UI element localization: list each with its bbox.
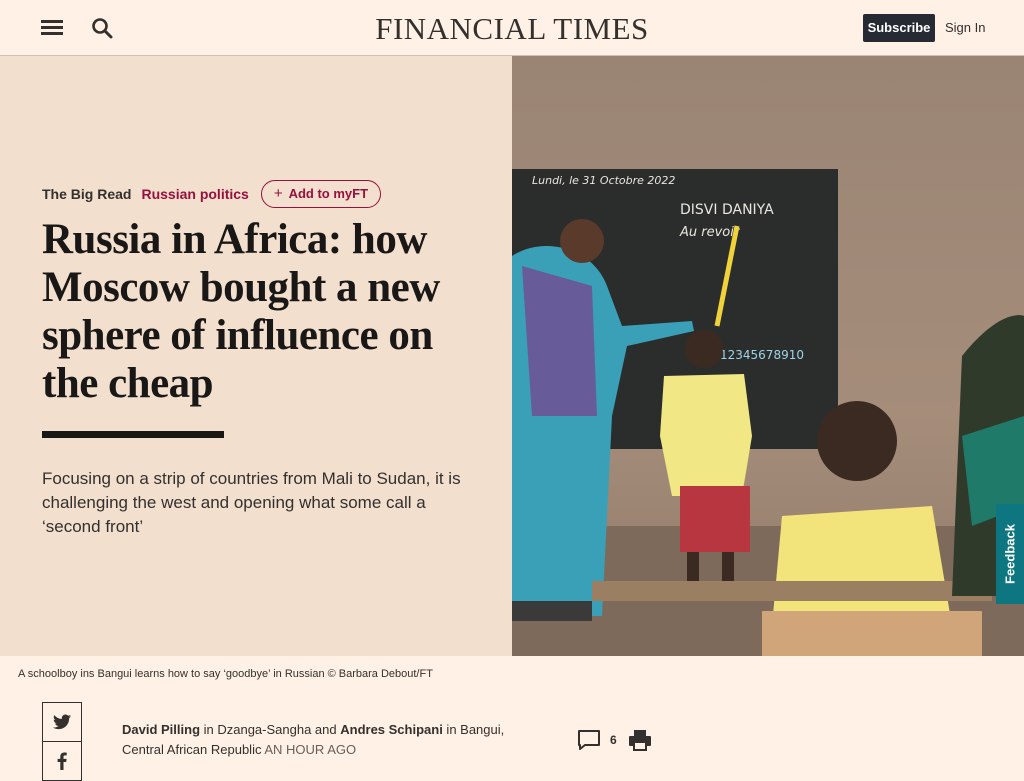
article-tags: The Big Read Russian politics + Add to my… xyxy=(42,180,382,208)
genre-label: The Big Read xyxy=(42,186,132,202)
facebook-share-button[interactable] xyxy=(42,741,82,781)
comment-count[interactable]: 6 xyxy=(610,733,617,747)
publish-time: an hour ago xyxy=(264,742,357,757)
facebook-icon xyxy=(57,752,67,770)
comment-icon xyxy=(578,730,600,750)
print-icon xyxy=(629,730,651,751)
twitter-icon xyxy=(53,714,71,730)
plus-icon: + xyxy=(273,185,283,202)
print-button[interactable] xyxy=(628,728,652,752)
feedback-label: Feedback xyxy=(1002,524,1018,584)
add-to-myft-label: Add to myFT xyxy=(288,186,369,201)
author-link[interactable]: Andres Schipani xyxy=(340,722,443,737)
board-au-revoir: Au revoir xyxy=(679,225,741,240)
article-byline: David Pilling in Dzanga-Sangha and Andre… xyxy=(122,720,542,760)
feedback-tab[interactable]: Feedback xyxy=(996,504,1024,604)
board-date: Lundi, le 31 Octobre 2022 xyxy=(532,174,675,187)
board-numbers: 12345678910 xyxy=(720,348,804,362)
headline-rule xyxy=(42,431,224,438)
twitter-share-button[interactable] xyxy=(42,702,82,742)
author-link[interactable]: David Pilling xyxy=(122,722,200,737)
byline-location-1: in Dzanga-Sangha and xyxy=(200,722,341,737)
search-icon[interactable] xyxy=(91,17,113,39)
subscribe-button[interactable]: Subscribe xyxy=(863,14,935,42)
hamburger-icon[interactable] xyxy=(41,18,63,36)
image-caption: A schoolboy ins Bangui learns how to say… xyxy=(18,668,433,680)
topic-link[interactable]: Russian politics xyxy=(141,186,248,202)
sign-in-link[interactable]: Sign In xyxy=(945,20,985,35)
article-headline: Russia in Africa: how Moscow bought a ne… xyxy=(42,216,440,407)
add-to-myft-button[interactable]: + Add to myFT xyxy=(260,180,382,208)
hero-image: Lundi, le 31 Octobre 2022 DISVI DANIYA A… xyxy=(512,56,1024,656)
site-header: FINANCIAL TIMES Subscribe Sign In xyxy=(0,0,1024,56)
comments-button[interactable] xyxy=(577,729,601,751)
board-words: DISVI DANIYA xyxy=(680,202,774,218)
article-standfirst: Focusing on a strip of countries from Ma… xyxy=(42,469,461,536)
